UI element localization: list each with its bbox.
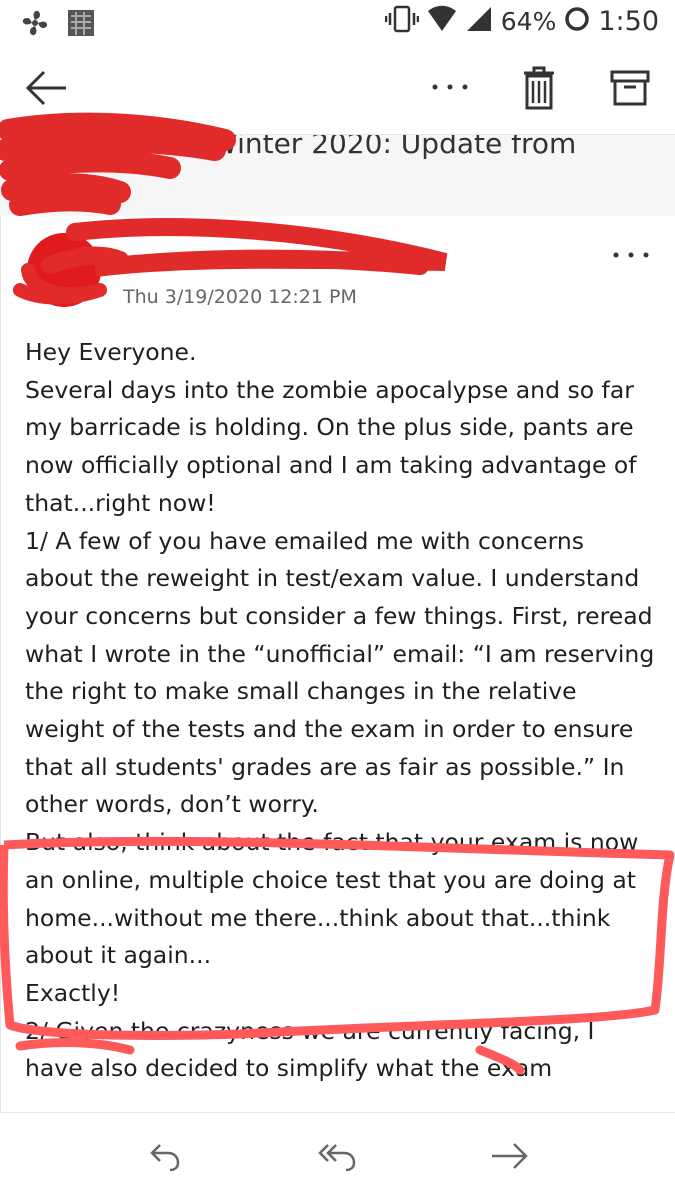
bottom-action-bar [0, 1112, 675, 1201]
message-date: Thu 3/19/2020 12:21 PM [123, 286, 357, 308]
body-paragraph: 1/ A few of you have emailed me with con… [25, 526, 655, 819]
battery-icon [564, 6, 590, 36]
forward-icon[interactable] [490, 1139, 530, 1177]
clock-time: 1:50 [598, 5, 659, 37]
back-arrow-icon[interactable] [24, 68, 68, 112]
message-more-options-icon[interactable] [611, 246, 651, 265]
body-paragraph: 2/ Given the crazyness we are currently … [25, 1016, 595, 1083]
message-body: Hey Everyone. Several days into the zomb… [25, 334, 655, 1110]
reply-all-icon[interactable] [318, 1139, 358, 1177]
body-paragraph: Exactly! [25, 978, 121, 1007]
body-paragraph: Several days into the zombie apocalypse … [25, 375, 637, 517]
battery-percent: 64% [500, 6, 557, 36]
trash-icon[interactable] [522, 66, 556, 114]
image-icon [66, 8, 96, 42]
vibrate-icon [384, 4, 420, 38]
app-bar [0, 46, 675, 134]
email-subject: Winter 2020: Update from [210, 134, 577, 160]
fan-icon [18, 6, 52, 44]
avatar [27, 233, 101, 307]
subject-area: Winter 2020: Update from [0, 134, 675, 218]
body-paragraph: But also, think about the fact that your… [25, 828, 639, 970]
body-paragraph: Hey Everyone. [25, 338, 197, 366]
archive-icon[interactable] [610, 70, 650, 110]
status-bar: 64% 1:50 [0, 0, 675, 46]
wifi-icon [427, 5, 457, 37]
more-options-icon[interactable] [430, 78, 470, 97]
signal-icon [465, 5, 493, 37]
reply-icon[interactable] [148, 1139, 182, 1177]
